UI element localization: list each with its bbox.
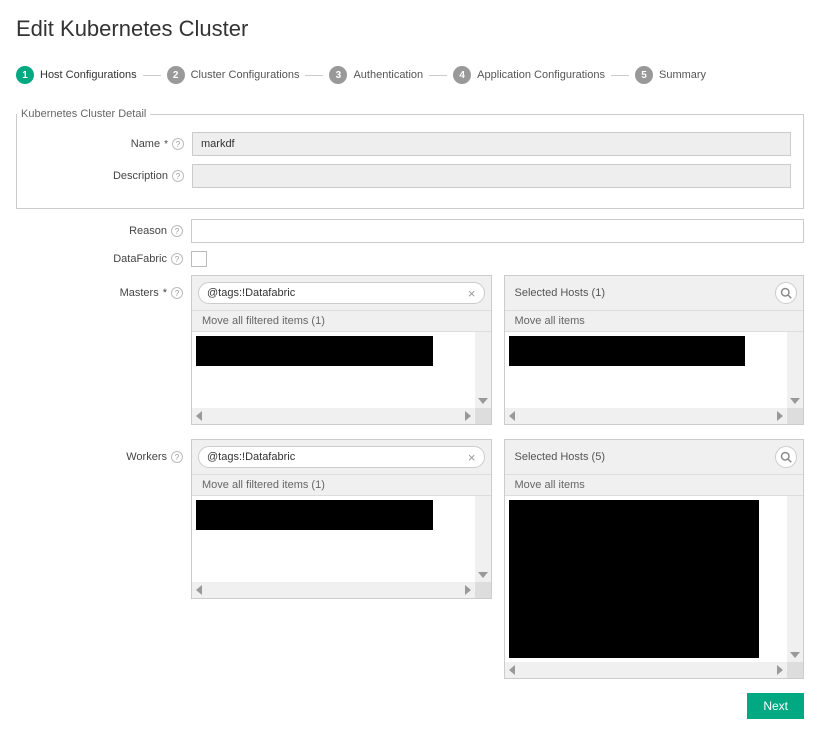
workers-filter-input[interactable]: @tags:!Datafabric × xyxy=(198,446,485,468)
step-cluster-configurations[interactable]: 2 Cluster Configurations xyxy=(167,66,300,84)
step-authentication[interactable]: 3 Authentication xyxy=(329,66,423,84)
help-icon[interactable]: ? xyxy=(171,451,183,463)
step-summary[interactable]: 5 Summary xyxy=(635,66,706,84)
workers-selected-list[interactable] xyxy=(505,496,788,662)
name-input[interactable] xyxy=(192,132,791,156)
scroll-corner xyxy=(475,582,491,598)
list-item[interactable] xyxy=(509,336,746,366)
clear-filter-icon[interactable]: × xyxy=(468,286,476,301)
scroll-right-icon xyxy=(777,665,783,675)
name-label: Name xyxy=(131,138,160,150)
masters-move-all-available[interactable]: Move all filtered items (1) xyxy=(192,310,491,332)
next-button[interactable]: Next xyxy=(747,693,804,719)
filter-tag-text: @tags:!Datafabric xyxy=(207,287,295,299)
footer: Next xyxy=(16,693,804,719)
step-label: Summary xyxy=(659,69,706,81)
step-label: Cluster Configurations xyxy=(191,69,300,81)
horizontal-scrollbar[interactable] xyxy=(505,662,788,678)
datafabric-label: DataFabric xyxy=(113,253,167,265)
step-separator xyxy=(143,75,161,76)
description-input[interactable] xyxy=(192,164,791,188)
vertical-scrollbar[interactable] xyxy=(787,496,803,662)
list-item[interactable] xyxy=(196,500,433,530)
row-reason: Reason ? xyxy=(16,219,804,243)
masters-selected-panel: Selected Hosts (1) Move all items xyxy=(504,275,805,425)
scroll-left-icon xyxy=(196,411,202,421)
horizontal-scrollbar[interactable] xyxy=(192,408,475,424)
scroll-down-icon xyxy=(478,572,488,578)
scroll-corner xyxy=(475,408,491,424)
reason-input[interactable] xyxy=(191,219,804,243)
step-host-configurations[interactable]: 1 Host Configurations xyxy=(16,66,137,84)
workers-label: Workers xyxy=(126,451,167,463)
workers-move-all-available[interactable]: Move all filtered items (1) xyxy=(192,474,491,496)
scroll-right-icon xyxy=(465,585,471,595)
vertical-scrollbar[interactable] xyxy=(475,496,491,582)
scroll-left-icon xyxy=(509,411,515,421)
step-separator xyxy=(305,75,323,76)
step-label: Authentication xyxy=(353,69,423,81)
masters-available-list[interactable] xyxy=(192,332,475,408)
step-number: 2 xyxy=(167,66,185,84)
cluster-detail-fieldset: Kubernetes Cluster Detail Name * ? Descri… xyxy=(16,108,804,209)
scroll-left-icon xyxy=(196,585,202,595)
masters-selected-list[interactable] xyxy=(505,332,788,408)
scroll-right-icon xyxy=(465,411,471,421)
list-item[interactable] xyxy=(196,336,433,366)
fieldset-legend: Kubernetes Cluster Detail xyxy=(17,108,150,120)
required-mark: * xyxy=(164,139,168,150)
row-masters: Masters * ? @tags:!Datafabric × Move all … xyxy=(16,275,804,425)
workers-selected-panel: Selected Hosts (5) Move all items xyxy=(504,439,805,679)
masters-move-all-selected[interactable]: Move all items xyxy=(505,310,804,332)
list-item[interactable] xyxy=(509,500,760,658)
vertical-scrollbar[interactable] xyxy=(787,332,803,408)
step-label: Application Configurations xyxy=(477,69,605,81)
clear-filter-icon[interactable]: × xyxy=(468,450,476,465)
search-icon[interactable] xyxy=(775,446,797,468)
page-title: Edit Kubernetes Cluster xyxy=(16,16,804,42)
wizard-stepper: 1 Host Configurations 2 Cluster Configur… xyxy=(16,66,804,84)
horizontal-scrollbar[interactable] xyxy=(192,582,475,598)
step-label: Host Configurations xyxy=(40,69,137,81)
step-application-configurations[interactable]: 4 Application Configurations xyxy=(453,66,605,84)
masters-filter-input[interactable]: @tags:!Datafabric × xyxy=(198,282,485,304)
masters-label: Masters xyxy=(120,287,159,299)
workers-selected-header: Selected Hosts (5) xyxy=(511,451,772,463)
vertical-scrollbar[interactable] xyxy=(475,332,491,408)
step-number: 5 xyxy=(635,66,653,84)
scroll-down-icon xyxy=(478,398,488,404)
search-icon[interactable] xyxy=(775,282,797,304)
row-name: Name * ? xyxy=(17,132,791,156)
description-label: Description xyxy=(113,170,168,182)
scroll-down-icon xyxy=(790,398,800,404)
scroll-left-icon xyxy=(509,665,515,675)
required-mark: * xyxy=(163,287,167,299)
help-icon[interactable]: ? xyxy=(171,287,183,299)
step-number: 4 xyxy=(453,66,471,84)
row-workers: Workers ? @tags:!Datafabric × Move all f… xyxy=(16,439,804,679)
scroll-down-icon xyxy=(790,652,800,658)
scroll-corner xyxy=(787,662,803,678)
datafabric-checkbox[interactable] xyxy=(191,251,207,267)
help-icon[interactable]: ? xyxy=(172,170,184,182)
masters-available-panel: @tags:!Datafabric × Move all filtered it… xyxy=(191,275,492,425)
workers-available-panel: @tags:!Datafabric × Move all filtered it… xyxy=(191,439,492,599)
filter-tag-text: @tags:!Datafabric xyxy=(207,451,295,463)
row-datafabric: DataFabric ? xyxy=(16,251,804,267)
workers-move-all-selected[interactable]: Move all items xyxy=(505,474,804,496)
help-icon[interactable]: ? xyxy=(172,138,184,150)
scroll-right-icon xyxy=(777,411,783,421)
reason-label: Reason xyxy=(129,225,167,237)
step-number: 1 xyxy=(16,66,34,84)
workers-available-list[interactable] xyxy=(192,496,475,582)
horizontal-scrollbar[interactable] xyxy=(505,408,788,424)
row-description: Description ? xyxy=(17,164,791,188)
help-icon[interactable]: ? xyxy=(171,225,183,237)
masters-selected-header: Selected Hosts (1) xyxy=(511,287,772,299)
step-separator xyxy=(429,75,447,76)
scroll-corner xyxy=(787,408,803,424)
step-number: 3 xyxy=(329,66,347,84)
help-icon[interactable]: ? xyxy=(171,253,183,265)
step-separator xyxy=(611,75,629,76)
